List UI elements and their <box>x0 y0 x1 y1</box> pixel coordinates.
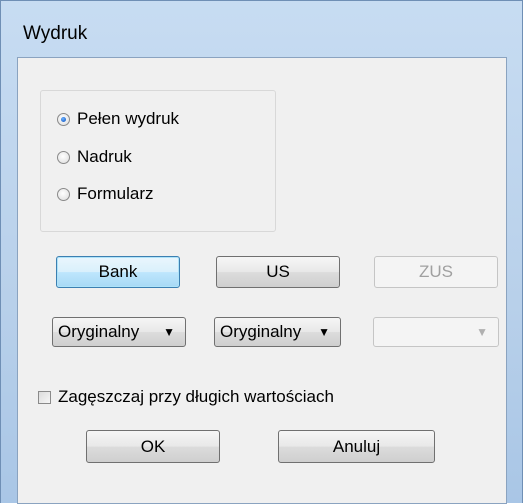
radio-button-checked-icon[interactable] <box>57 112 70 126</box>
radio-overprint[interactable]: Nadruk <box>57 146 132 168</box>
cancel-button-label: Anuluj <box>332 436 381 456</box>
radio-button-icon[interactable] <box>57 187 70 201</box>
radio-full-print-label: Pełen wydruk <box>77 109 180 128</box>
title-bar[interactable]: Wydruk <box>1 1 522 56</box>
us-copy-select[interactable]: Oryginalny ▼ <box>214 317 341 347</box>
us-copy-value: Oryginalny <box>220 322 302 341</box>
zus-copy-select: ▼ <box>373 317 499 347</box>
bank-copy-value: Oryginalny <box>58 322 140 341</box>
bank-button[interactable]: Bank <box>56 256 180 288</box>
radio-full-print[interactable]: Pełen wydruk <box>57 108 179 130</box>
bank-button-label: Bank <box>98 262 138 281</box>
ok-button-label: OK <box>140 436 166 456</box>
chevron-down-icon[interactable]: ▼ <box>163 325 175 339</box>
dialog-title: Wydruk <box>23 23 88 44</box>
us-button[interactable]: US <box>216 256 340 288</box>
chevron-down-icon: ▼ <box>476 325 488 339</box>
checkbox-icon[interactable] <box>38 390 51 404</box>
dialog-body: Pełen wydruk Nadruk Formularz Bank US ZU… <box>17 57 507 504</box>
ok-button[interactable]: OK <box>86 430 220 463</box>
radio-form-label: Formularz <box>77 184 154 203</box>
radio-overprint-label: Nadruk <box>77 147 132 166</box>
print-mode-group: Pełen wydruk Nadruk Formularz <box>40 90 276 232</box>
cancel-button[interactable]: Anuluj <box>278 430 435 463</box>
compress-label: Zagęszczaj przy długich wartościach <box>58 387 334 406</box>
radio-form[interactable]: Formularz <box>57 183 154 205</box>
zus-button: ZUS <box>374 256 498 288</box>
compress-option[interactable]: Zagęszczaj przy długich wartościach <box>38 387 334 407</box>
bank-copy-select[interactable]: Oryginalny ▼ <box>52 317 186 347</box>
zus-button-label: ZUS <box>419 262 453 281</box>
radio-button-icon[interactable] <box>57 150 70 164</box>
us-button-label: US <box>266 262 290 281</box>
print-dialog: Wydruk Pełen wydruk Nadruk Formularz Ban… <box>0 0 523 504</box>
chevron-down-icon[interactable]: ▼ <box>318 325 330 339</box>
